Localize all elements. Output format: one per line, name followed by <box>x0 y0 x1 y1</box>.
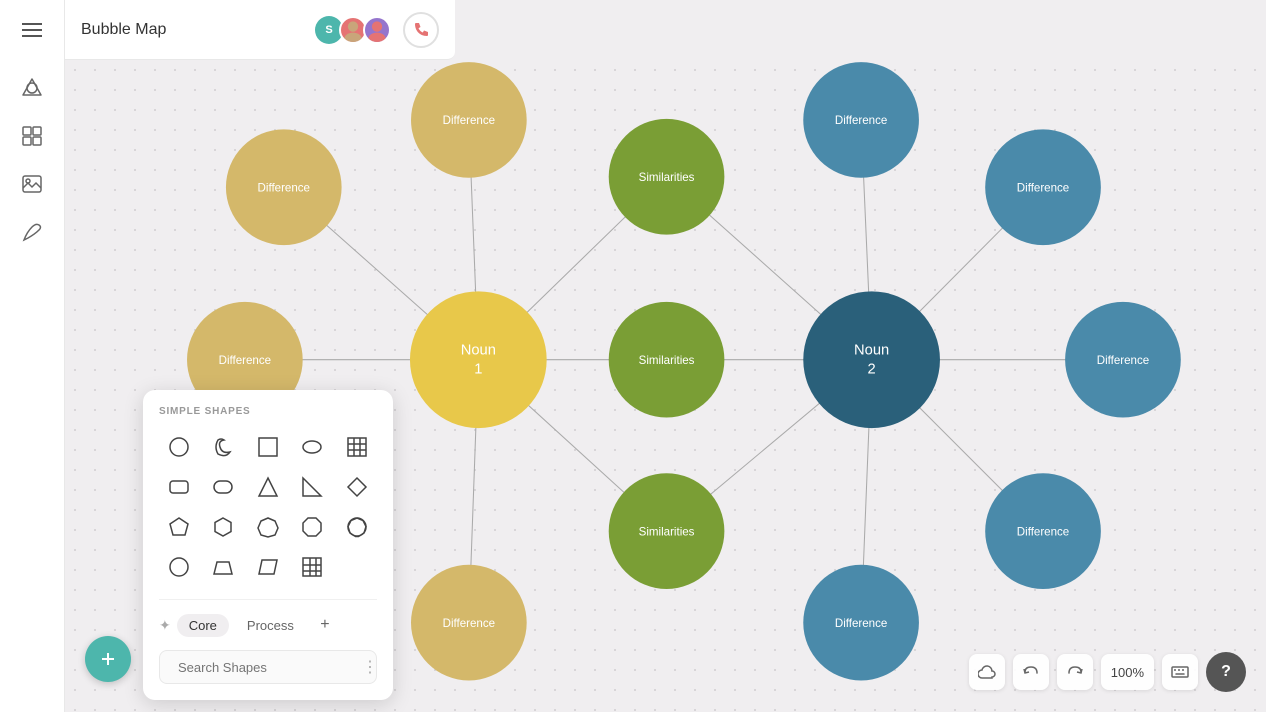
svg-text:Difference: Difference <box>835 115 887 127</box>
shapes-icon[interactable] <box>12 68 52 108</box>
shape-grid[interactable] <box>292 549 332 585</box>
shape-parallelogram[interactable] <box>248 549 288 585</box>
shape-nonagon[interactable] <box>337 509 377 545</box>
help-button[interactable]: ? <box>1206 652 1246 692</box>
shapes-grid <box>159 429 377 585</box>
shape-triangle[interactable] <box>248 469 288 505</box>
header: Bubble Map S <box>65 0 455 60</box>
add-tab-button[interactable]: + <box>312 612 338 638</box>
svg-text:Difference: Difference <box>258 182 310 194</box>
svg-text:Difference: Difference <box>443 115 495 127</box>
image-icon[interactable] <box>12 164 52 204</box>
shape-ellipse[interactable] <box>292 429 332 465</box>
svg-text:Similarities: Similarities <box>639 355 695 367</box>
shape-diamond[interactable] <box>337 469 377 505</box>
svg-text:Difference: Difference <box>1017 526 1069 538</box>
search-shapes-input[interactable] <box>178 660 354 675</box>
svg-text:Similarities: Similarities <box>639 172 695 184</box>
shape-right-triangle[interactable] <box>292 469 332 505</box>
shape-rounded-rect-2[interactable] <box>203 469 243 505</box>
svg-text:Difference: Difference <box>1017 182 1069 194</box>
shape-tabs: ✦ Core Process + <box>159 599 377 638</box>
shape-table[interactable] <box>337 429 377 465</box>
tab-process[interactable]: Process <box>235 614 306 637</box>
zoom-level[interactable]: 100% <box>1101 654 1154 690</box>
avatar-c <box>363 16 391 44</box>
sidebar <box>0 0 65 712</box>
grid-icon[interactable] <box>12 116 52 156</box>
shapes-panel: SIMPLE SHAPES <box>143 390 393 700</box>
cloud-button[interactable] <box>969 654 1005 690</box>
menu-icon[interactable] <box>12 10 52 50</box>
canvas[interactable]: Noun 1 Noun 2 Similarities Similarities … <box>65 60 1266 712</box>
svg-text:Difference: Difference <box>1097 355 1149 367</box>
tab-core[interactable]: Core <box>177 614 229 637</box>
shape-pentagon[interactable] <box>159 509 199 545</box>
shape-heptagon[interactable] <box>248 509 288 545</box>
svg-text:Difference: Difference <box>219 355 271 367</box>
app-title: Bubble Map <box>81 21 303 39</box>
draw-icon[interactable] <box>12 212 52 252</box>
bottom-controls: 100% ? <box>969 652 1246 692</box>
collaborator-avatars: S <box>315 16 391 44</box>
shape-square[interactable] <box>248 429 288 465</box>
svg-text:Difference: Difference <box>835 618 887 630</box>
shape-circle[interactable] <box>159 429 199 465</box>
svg-text:Difference: Difference <box>443 618 495 630</box>
shape-hexagon[interactable] <box>203 509 243 545</box>
star-icon: ✦ <box>159 617 171 634</box>
svg-text:1: 1 <box>474 361 482 377</box>
shape-trapezoid[interactable] <box>203 549 243 585</box>
undo-button[interactable] <box>1013 654 1049 690</box>
shapes-section-label: SIMPLE SHAPES <box>159 406 377 417</box>
keyboard-button[interactable] <box>1162 654 1198 690</box>
shape-arc[interactable] <box>203 429 243 465</box>
svg-text:2: 2 <box>868 361 876 377</box>
svg-text:Noun: Noun <box>461 342 496 358</box>
main-area: Bubble Map S <box>65 0 1266 712</box>
svg-text:Similarities: Similarities <box>639 526 695 538</box>
phone-button[interactable] <box>403 12 439 48</box>
redo-button[interactable] <box>1057 654 1093 690</box>
svg-text:Noun: Noun <box>854 342 889 358</box>
shape-circle-2[interactable] <box>159 549 199 585</box>
fab-button[interactable] <box>85 636 131 682</box>
search-shapes-container: ⋮ <box>159 650 377 684</box>
shape-octagon[interactable] <box>292 509 332 545</box>
shape-rounded-rect[interactable] <box>159 469 199 505</box>
search-options-icon[interactable]: ⋮ <box>362 657 378 677</box>
